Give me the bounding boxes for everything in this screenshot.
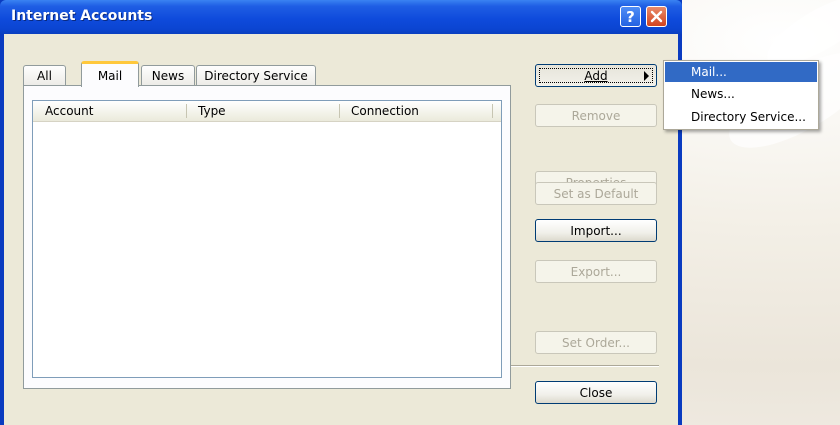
remove-button[interactable]: Remove xyxy=(535,104,657,127)
menu-item-news[interactable]: News... xyxy=(665,84,817,104)
column-divider[interactable] xyxy=(492,104,493,118)
tab-label: All xyxy=(37,69,52,83)
set-as-default-button-label: Set as Default xyxy=(553,186,639,201)
set-as-default-button[interactable]: Set as Default xyxy=(535,182,657,205)
close-button-label: Close xyxy=(579,385,613,400)
close-window-button[interactable] xyxy=(646,6,667,27)
set-order-button[interactable]: Set Order... xyxy=(535,331,657,354)
column-header-type[interactable]: Type xyxy=(190,101,340,121)
add-button[interactable]: Add xyxy=(535,64,657,87)
close-button[interactable]: Close xyxy=(535,381,657,404)
close-icon xyxy=(650,10,663,23)
window-title: Internet Accounts xyxy=(11,8,153,24)
question-mark-icon: ? xyxy=(626,7,635,26)
export-button[interactable]: Export... xyxy=(535,260,657,283)
column-header-connection[interactable]: Connection xyxy=(343,101,493,121)
tab-label: Mail xyxy=(97,68,123,83)
focus-rectangle xyxy=(539,68,653,83)
mail-tab-panel: Account Type Connection xyxy=(23,85,511,389)
menu-item-mail[interactable]: Mail... xyxy=(665,62,817,82)
tab-label: News xyxy=(151,69,185,83)
tab-label: Directory Service xyxy=(204,69,308,83)
accounts-list[interactable]: Account Type Connection xyxy=(32,100,502,378)
tab-directory-service[interactable]: Directory Service xyxy=(196,65,316,86)
internet-accounts-window: Internet Accounts ? All Mail News Direct… xyxy=(0,0,682,425)
export-button-label: Export... xyxy=(570,264,622,279)
import-button-label: Import... xyxy=(570,223,622,238)
title-bar[interactable]: Internet Accounts ? xyxy=(0,0,682,34)
list-header: Account Type Connection xyxy=(33,101,501,122)
tab-all[interactable]: All xyxy=(23,65,66,86)
tab-mail[interactable]: Mail xyxy=(81,61,139,87)
menu-item-directory-service[interactable]: Directory Service... xyxy=(665,107,817,127)
set-order-button-label: Set Order... xyxy=(562,335,630,350)
help-button[interactable]: ? xyxy=(620,6,641,27)
submenu-arrow-icon xyxy=(644,71,649,81)
remove-button-label: Remove xyxy=(571,108,621,123)
dialog-client-area: All Mail News Directory Service Account … xyxy=(4,34,678,425)
column-header-account[interactable]: Account xyxy=(37,101,187,121)
column-divider[interactable] xyxy=(339,104,340,118)
column-divider[interactable] xyxy=(186,104,187,118)
tab-news[interactable]: News xyxy=(141,65,195,86)
import-button[interactable]: Import... xyxy=(535,219,657,242)
add-account-menu: Mail... News... Directory Service... xyxy=(663,60,819,130)
